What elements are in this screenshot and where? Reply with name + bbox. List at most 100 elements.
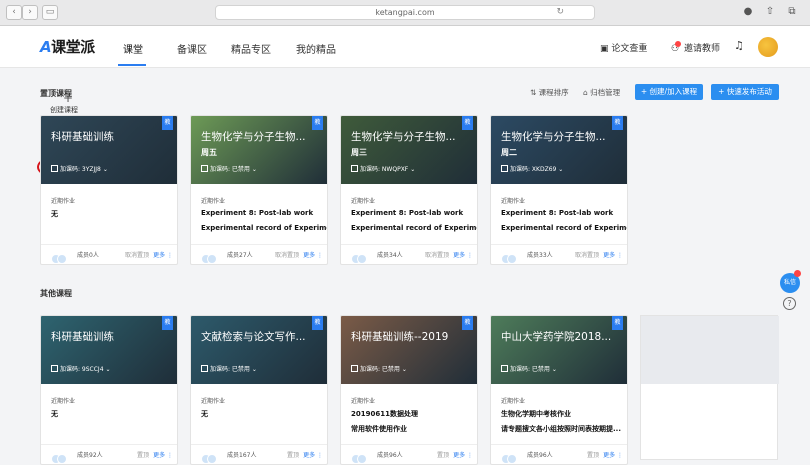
card-footer: 成员33人 取消置顶 更多 ⋮ xyxy=(491,244,627,264)
card-banner[interactable]: 中山大学药学院2018... 教 加课码: 已禁用 ⌄ xyxy=(491,316,627,384)
chevron-down-icon: ⌄ xyxy=(105,366,111,373)
bell-icon[interactable]: ♫ xyxy=(734,39,744,52)
course-code[interactable]: 加课码: NWQPXF ⌄ xyxy=(351,164,415,174)
more-link[interactable]: 更多 ⋮ xyxy=(603,252,623,259)
card-footer: 成员96人 置顶 更多 ⋮ xyxy=(491,444,627,464)
chevron-down-icon: ⌄ xyxy=(251,166,257,173)
card-title[interactable]: 科研基础训练 xyxy=(51,329,114,344)
address-bar[interactable]: ketangpai.com ↻ xyxy=(215,5,595,20)
back-icon[interactable]: ‹ xyxy=(6,5,22,20)
homework-item[interactable]: Experiment 8: Post-lab work xyxy=(501,209,613,217)
pin-toggle-link[interactable]: 置顶 xyxy=(437,452,449,459)
more-link[interactable]: 更多 ⋮ xyxy=(453,252,473,259)
card-actions: 取消置顶 更多 ⋮ xyxy=(425,250,473,259)
nav-item-classroom[interactable]: 课堂 xyxy=(123,41,143,56)
course-code[interactable]: 加课码: 3YZJJ8 ⌄ xyxy=(51,164,108,174)
create-course-card[interactable] xyxy=(640,315,779,460)
homework-label: 近期作业 xyxy=(201,198,226,205)
reload-icon[interactable]: ↻ xyxy=(556,6,564,19)
nav-item-my-premium[interactable]: 我的精品 xyxy=(296,41,336,56)
more-link[interactable]: 更多 ⋮ xyxy=(153,452,173,459)
help-icon[interactable]: ? xyxy=(783,297,796,310)
chevron-down-icon: ⌄ xyxy=(251,366,257,373)
homework-item[interactable]: 生物化学期中考核作业 xyxy=(501,409,571,419)
card-title[interactable]: 生物化学与分子生物... xyxy=(201,129,306,144)
course-card[interactable]: 科研基础训练 教 加课码: 9SCCJ4 ⌄ 近期作业 无 成员92人 置顶 更多… xyxy=(40,315,178,465)
course-code[interactable]: 加课码: XKDZ69 ⌄ xyxy=(501,164,563,174)
pin-toggle-link[interactable]: 取消置顶 xyxy=(425,252,449,259)
homework-item[interactable]: 20190611数据处理 xyxy=(351,409,418,419)
nav-item-premium[interactable]: 精品专区 xyxy=(231,41,271,56)
homework-item[interactable]: Experimental record of Experime... xyxy=(501,224,627,232)
course-card[interactable]: 科研基础训练--2019 教 加课码: 已禁用 ⌄ 近期作业 20190611数… xyxy=(340,315,478,465)
course-card[interactable]: 中山大学药学院2018... 教 加课码: 已禁用 ⌄ 近期作业 生物化学期中考… xyxy=(490,315,628,465)
tabs-icon[interactable]: ⧉ xyxy=(784,5,800,20)
pin-toggle-link[interactable]: 取消置顶 xyxy=(125,252,149,259)
logo-text: 课堂派 xyxy=(51,38,95,56)
homework-item[interactable]: 请专题搜文各小组按照时间表按期提... xyxy=(501,424,621,434)
course-code[interactable]: 加课码: 已禁用 ⌄ xyxy=(201,364,257,374)
share-icon[interactable]: ⇧ xyxy=(762,5,778,20)
sort-label: 课程排序 xyxy=(538,88,569,97)
quick-publish-button[interactable]: + 快速发布活动 xyxy=(711,84,779,100)
card-title[interactable]: 生物化学与分子生物... xyxy=(501,129,606,144)
homework-item[interactable]: 无 xyxy=(51,409,58,419)
nav-item-prep[interactable]: 备课区 xyxy=(177,41,207,56)
card-footer: 成员167人 置顶 更多 ⋮ xyxy=(191,444,327,464)
more-link[interactable]: 更多 ⋮ xyxy=(453,452,473,459)
pin-toggle-link[interactable]: 取消置顶 xyxy=(275,252,299,259)
more-link[interactable]: 更多 ⋮ xyxy=(303,452,323,459)
archive-link[interactable]: ⌂ 归档管理 xyxy=(583,87,620,98)
record-icon[interactable]: ● xyxy=(740,5,756,20)
card-title[interactable]: 科研基础训练--2019 xyxy=(351,329,448,344)
forward-icon[interactable]: › xyxy=(22,5,38,20)
course-sort-link[interactable]: ⇅ 课程排序 xyxy=(530,87,569,98)
paper-check-link[interactable]: ▣ 论文查重 xyxy=(600,41,647,54)
more-link[interactable]: 更多 ⋮ xyxy=(303,252,323,259)
homework-item[interactable]: 常用软件使用作业 xyxy=(351,424,407,434)
card-banner[interactable]: 科研基础训练 教 加课码: 3YZJJ8 ⌄ xyxy=(41,116,177,184)
course-code[interactable]: 加课码: 已禁用 ⌄ xyxy=(501,364,557,374)
course-card[interactable]: 文献检索与论文写作... 教 加课码: 已禁用 ⌄ 近期作业 无 成员167人 … xyxy=(190,315,328,465)
card-banner[interactable]: 文献检索与论文写作... 教 加课码: 已禁用 ⌄ xyxy=(191,316,327,384)
avatar[interactable] xyxy=(758,37,778,57)
course-code[interactable]: 加课码: 已禁用 ⌄ xyxy=(201,164,257,174)
homework-item[interactable]: 无 xyxy=(51,209,58,219)
sidebar-icon[interactable]: ▭ xyxy=(42,5,58,20)
plus-icon[interactable]: + xyxy=(63,91,73,105)
course-card[interactable]: 生物化学与分子生物... 周三 教 加课码: NWQPXF ⌄ 近期作业 Exp… xyxy=(340,115,478,265)
card-banner[interactable]: 生物化学与分子生物... 周三 教 加课码: NWQPXF ⌄ xyxy=(341,116,477,184)
homework-item[interactable]: Experiment 8: Post-lab work xyxy=(201,209,313,217)
homework-item[interactable]: Experiment 8: Post-lab work xyxy=(351,209,463,217)
card-title[interactable]: 文献检索与论文写作... xyxy=(201,329,306,344)
pin-toggle-link[interactable]: 置顶 xyxy=(587,452,599,459)
homework-item[interactable]: Experimental record of Experime... xyxy=(201,224,327,232)
course-card[interactable]: 生物化学与分子生物... 周五 教 加课码: 已禁用 ⌄ 近期作业 Experi… xyxy=(190,115,328,265)
card-banner[interactable]: 生物化学与分子生物... 周五 教 加课码: 已禁用 ⌄ xyxy=(191,116,327,184)
pin-toggle-link[interactable]: 置顶 xyxy=(287,452,299,459)
card-banner[interactable]: 科研基础训练 教 加课码: 9SCCJ4 ⌄ xyxy=(41,316,177,384)
course-code[interactable]: 加课码: 9SCCJ4 ⌄ xyxy=(51,364,110,374)
card-title[interactable]: 中山大学药学院2018... xyxy=(501,329,611,344)
card-title[interactable]: 生物化学与分子生物... xyxy=(351,129,456,144)
card-banner[interactable]: 生物化学与分子生物... 周二 教 加课码: XKDZ69 ⌄ xyxy=(491,116,627,184)
course-card[interactable]: 生物化学与分子生物... 周二 教 加课码: XKDZ69 ⌄ 近期作业 Exp… xyxy=(490,115,628,265)
course-code-text: 加课码: XKDZ69 xyxy=(510,166,557,173)
pin-toggle-link[interactable]: 取消置顶 xyxy=(575,252,599,259)
more-link[interactable]: 更多 ⋮ xyxy=(153,252,173,259)
card-title[interactable]: 科研基础训练 xyxy=(51,129,114,144)
course-code[interactable]: 加课码: 已禁用 ⌄ xyxy=(351,364,407,374)
create-course-label[interactable]: 创建课程 xyxy=(50,105,78,115)
course-card[interactable]: 科研基础训练 教 加课码: 3YZJJ8 ⌄ 近期作业 无 成员0人 取消置顶更… xyxy=(40,115,178,265)
invite-teacher-link[interactable]: ⚇ 邀请教师 xyxy=(671,41,720,54)
create-join-course-button[interactable]: + 创建/加入课程 xyxy=(635,84,703,100)
card-footer: 成员92人 置顶 更多 ⋮ xyxy=(41,444,177,464)
pin-toggle-link[interactable]: 置顶 xyxy=(137,452,149,459)
logo[interactable]: A课堂派 xyxy=(40,36,95,57)
homework-item[interactable]: Experimental record of Experime... xyxy=(351,224,477,232)
card-banner[interactable]: 科研基础训练--2019 教 加课码: 已禁用 ⌄ xyxy=(341,316,477,384)
homework-item[interactable]: 无 xyxy=(201,409,208,419)
more-link[interactable]: 更多 ⋮ xyxy=(603,452,623,459)
member-count: 成员0人 xyxy=(77,252,99,259)
teacher-badge: 教 xyxy=(312,116,323,130)
